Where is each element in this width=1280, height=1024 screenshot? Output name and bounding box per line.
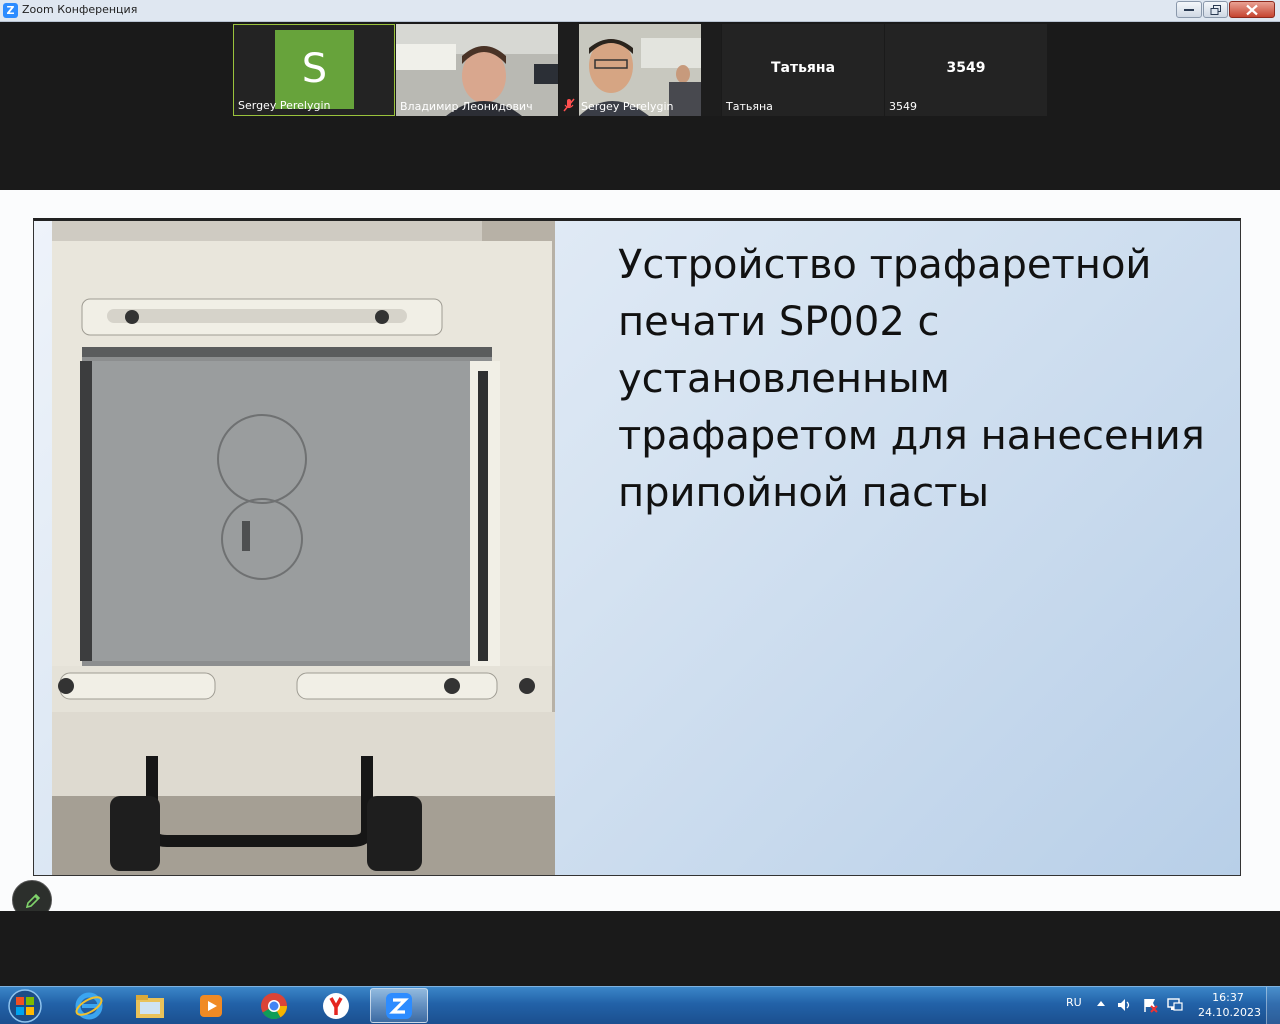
clock-date: 24.10.2023: [1198, 1006, 1261, 1019]
show-desktop-button[interactable]: [1266, 987, 1280, 1024]
windows-start-icon: [8, 989, 42, 1023]
restore-icon: [1210, 4, 1221, 15]
taskbar: RU 16:37 24.10.2023: [0, 986, 1280, 1024]
system-clock[interactable]: 16:37 24.10.2023: [1198, 990, 1261, 1020]
close-button[interactable]: [1229, 1, 1275, 18]
participant-center-label: 3549: [946, 60, 986, 76]
participant-tile[interactable]: S Sergey Perelygin: [233, 24, 395, 116]
minimize-icon: [1184, 8, 1194, 11]
action-center-flag-icon[interactable]: [1142, 997, 1158, 1013]
pencil-icon: [25, 893, 41, 909]
participant-name: Татьяна: [726, 100, 773, 113]
yandex-icon: [323, 992, 349, 1019]
close-icon: [1246, 4, 1258, 15]
volume-icon[interactable]: [1116, 997, 1132, 1013]
zoom-logo-icon: Z: [3, 3, 18, 18]
taskbar-media-player[interactable]: [182, 988, 240, 1023]
participant-tile[interactable]: 3549 3549: [885, 24, 1047, 116]
taskbar-explorer[interactable]: [121, 988, 179, 1023]
media-player-icon: [200, 994, 222, 1017]
participant-tile[interactable]: Владимир Леонидович: [396, 24, 558, 116]
taskbar-ie[interactable]: [60, 988, 118, 1023]
participant-center-label: Татьяна: [770, 60, 836, 76]
zoom-icon: [386, 992, 412, 1019]
explorer-icon: [136, 994, 164, 1018]
presentation-slide: Устройство трафаретной печати SP002 с ус…: [33, 218, 1241, 876]
slide-title: Устройство трафаретной печати SP002 с ус…: [618, 242, 1205, 516]
ie-icon: [75, 992, 103, 1019]
language-indicator[interactable]: RU: [1066, 996, 1082, 1009]
clock-time: 16:37: [1212, 991, 1244, 1004]
avatar: S: [275, 30, 354, 109]
show-hidden-icons-icon[interactable]: [1096, 997, 1106, 1009]
network-icon[interactable]: [1166, 997, 1184, 1013]
stencil-printer-image: [52, 221, 555, 875]
shared-screen: Устройство трафаретной печати SP002 с ус…: [0, 190, 1280, 911]
chrome-icon: [261, 992, 288, 1019]
meeting-footer-area: [0, 911, 1280, 986]
taskbar-chrome[interactable]: [245, 988, 303, 1023]
participant-tile[interactable]: Sergey Perelygin: [559, 24, 721, 116]
participant-name: Sergey Perelygin: [581, 100, 674, 113]
start-button[interactable]: [3, 987, 47, 1024]
screen: Z Zoom Конференция S Sergey Perelygin Вл…: [0, 0, 1280, 1024]
mic-muted-icon: [563, 98, 575, 112]
participant-tile[interactable]: Татьяна Татьяна: [722, 24, 884, 116]
participant-name: 3549: [889, 100, 917, 113]
participant-name: Владимир Леонидович: [400, 100, 533, 113]
participant-strip: S Sergey Perelygin Владимир Леонидович S…: [0, 22, 1280, 190]
minimize-button[interactable]: [1176, 1, 1202, 18]
restore-button[interactable]: [1203, 1, 1228, 18]
taskbar-zoom[interactable]: [370, 988, 428, 1023]
taskbar-yandex[interactable]: [307, 988, 365, 1023]
participant-name: Sergey Perelygin: [238, 99, 331, 112]
window-title: Zoom Конференция: [22, 3, 138, 16]
slide-photo: [52, 221, 555, 875]
window-titlebar: Z Zoom Конференция: [0, 0, 1280, 22]
